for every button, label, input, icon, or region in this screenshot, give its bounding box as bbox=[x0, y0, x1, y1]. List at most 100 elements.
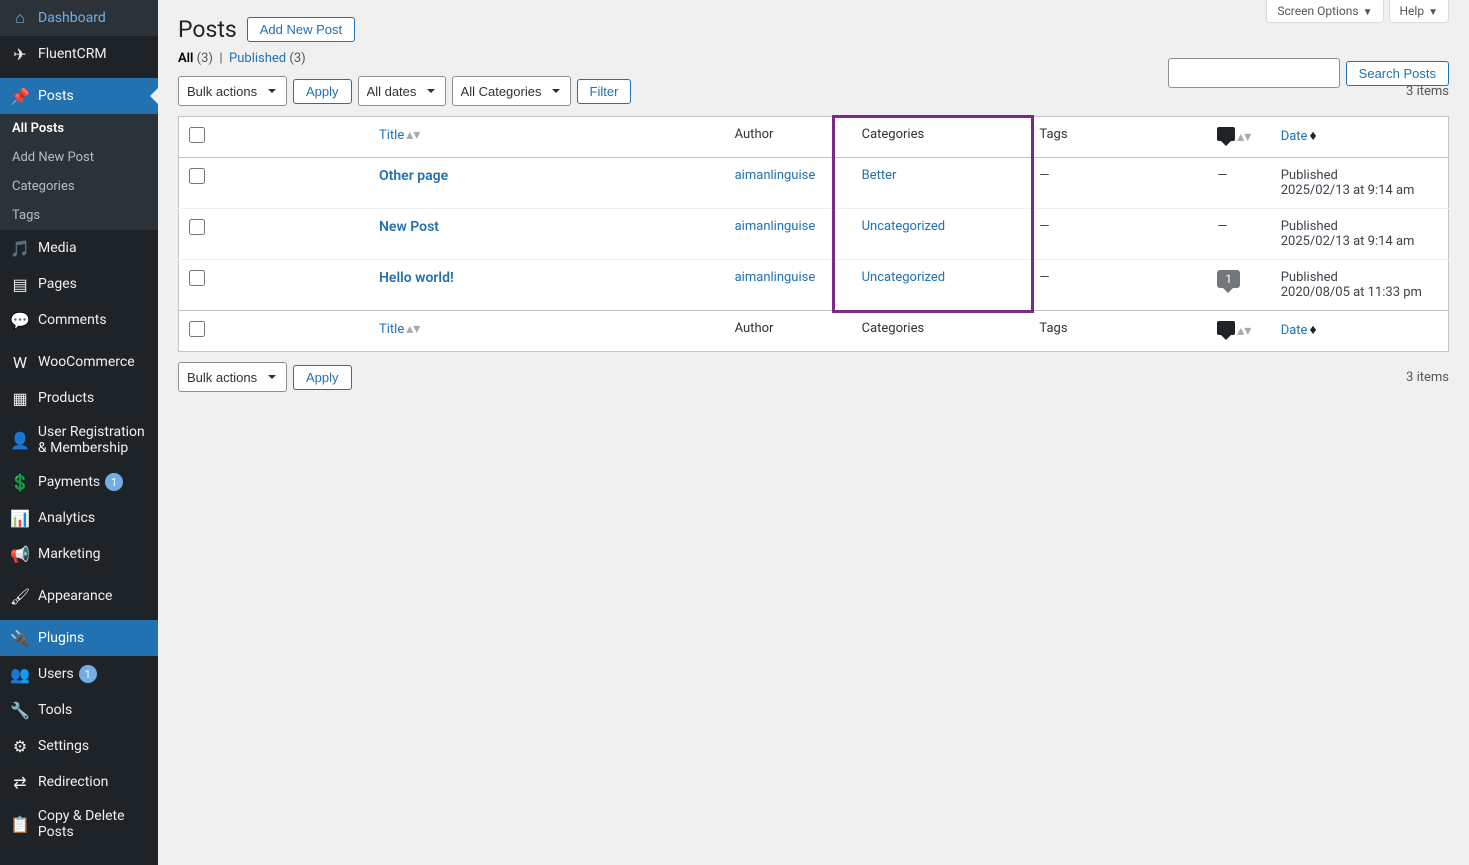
post-tags: — bbox=[1029, 260, 1207, 311]
sort-icon: ▴▾ bbox=[406, 127, 420, 143]
help-tab[interactable]: Help▼ bbox=[1389, 0, 1450, 23]
sidebar-item-tools[interactable]: 🔧 Tools bbox=[0, 692, 158, 728]
column-tags-footer[interactable]: Tags bbox=[1029, 311, 1207, 352]
comment-count-bubble[interactable]: 1 bbox=[1217, 270, 1240, 288]
pages-icon: ▤ bbox=[10, 274, 30, 294]
submenu-item-categories[interactable]: Categories bbox=[0, 172, 158, 201]
column-comments-footer[interactable]: ▴▾ bbox=[1207, 311, 1271, 352]
apply-button-top[interactable]: Apply bbox=[293, 79, 352, 104]
dashboard-icon: ⌂ bbox=[10, 8, 30, 28]
sidebar-item-users[interactable]: 👥Users1 bbox=[0, 656, 158, 692]
column-title-footer[interactable]: Title bbox=[379, 322, 404, 337]
sidebar-item-label: Comments bbox=[38, 312, 107, 328]
sidebar-item-label: Payments bbox=[38, 474, 100, 490]
chevron-down-icon: ▼ bbox=[1428, 7, 1438, 18]
sidebar-item-label: Redirection bbox=[38, 774, 108, 790]
post-author-link[interactable]: aimanlinguise bbox=[735, 270, 816, 285]
sidebar-item-user-registration-membership[interactable]: 👤User Registration & Membership bbox=[0, 416, 158, 464]
column-title-header[interactable]: Title bbox=[379, 128, 404, 143]
column-author-header[interactable]: Author bbox=[725, 117, 852, 158]
sidebar-item-label: Plugins bbox=[38, 630, 84, 646]
date-filter-select[interactable]: All dates bbox=[358, 76, 446, 106]
sidebar-item-payments[interactable]: 💲Payments1 bbox=[0, 464, 158, 500]
bulk-actions-select-bottom[interactable]: Bulk actions bbox=[178, 362, 287, 392]
sidebar-item-analytics[interactable]: 📊Analytics bbox=[0, 500, 158, 536]
sidebar-item-label: Tools bbox=[38, 702, 72, 718]
sidebar-item-appearance[interactable]: 🖌Appearance bbox=[0, 578, 158, 614]
bulk-actions-select-top[interactable]: Bulk actions bbox=[178, 76, 287, 106]
column-date-header[interactable]: Date bbox=[1281, 129, 1308, 144]
post-title-link[interactable]: Other page bbox=[379, 168, 448, 184]
sidebar-item-plugins[interactable]: 🔌 Plugins bbox=[0, 620, 158, 656]
filter-button[interactable]: Filter bbox=[577, 79, 632, 104]
sidebar-item-copy-delete-posts[interactable]: 📋Copy & Delete Posts bbox=[0, 800, 158, 848]
column-comments-header[interactable]: ▴▾ bbox=[1207, 117, 1271, 158]
add-new-post-button[interactable]: Add New Post bbox=[247, 17, 355, 42]
redirection-icon: ⇄ bbox=[10, 772, 30, 792]
item-count-bottom: 3 items bbox=[1406, 370, 1449, 385]
fluentcrm-icon: ✈ bbox=[10, 44, 30, 64]
post-title-link[interactable]: Hello world! bbox=[379, 270, 454, 286]
sidebar-item-label: Pages bbox=[38, 276, 77, 292]
sidebar-item-comments[interactable]: 💬 Comments bbox=[0, 302, 158, 338]
select-all-checkbox-top[interactable] bbox=[189, 127, 205, 143]
post-comments: — bbox=[1207, 158, 1271, 209]
post-author-link[interactable]: aimanlinguise bbox=[735, 219, 816, 234]
sidebar-item-media[interactable]: 🎵Media bbox=[0, 230, 158, 266]
sidebar-item-pages[interactable]: ▤ Pages bbox=[0, 266, 158, 302]
sidebar-item-posts[interactable]: 📌Posts bbox=[0, 78, 158, 114]
sort-icon: ▴▾ bbox=[1237, 129, 1251, 145]
copyposts-icon: 📋 bbox=[10, 814, 30, 834]
filter-published[interactable]: Published bbox=[229, 51, 286, 66]
row-checkbox[interactable] bbox=[189, 168, 205, 184]
sidebar-item-settings[interactable]: ⚙Settings bbox=[0, 728, 158, 764]
plugins-icon: 🔌 bbox=[10, 628, 30, 648]
tools-icon: 🔧 bbox=[10, 700, 30, 720]
sort-icon: ▴▾ bbox=[1237, 323, 1251, 339]
table-row: New PostaimanlinguiseUncategorized——Publ… bbox=[179, 209, 1449, 260]
sidebar-item-marketing[interactable]: 📢Marketing bbox=[0, 536, 158, 572]
screen-options-tab[interactable]: Screen Options▼ bbox=[1266, 0, 1383, 23]
row-checkbox[interactable] bbox=[189, 270, 205, 286]
column-categories-footer[interactable]: Categories bbox=[852, 311, 1030, 352]
comments-icon: 💬 bbox=[10, 310, 30, 330]
sidebar-item-label: Analytics bbox=[38, 510, 95, 526]
apply-button-bottom[interactable]: Apply bbox=[293, 365, 352, 390]
column-categories-header[interactable]: Categories bbox=[852, 117, 1030, 158]
post-category-link[interactable]: Uncategorized bbox=[862, 219, 945, 234]
submenu-item-add-new-post[interactable]: Add New Post bbox=[0, 143, 158, 172]
column-date-footer[interactable]: Date bbox=[1281, 323, 1308, 338]
sidebar-item-fluentcrm[interactable]: ✈FluentCRM bbox=[0, 36, 158, 72]
sort-icon: ♦ bbox=[1309, 322, 1316, 338]
table-row: Hello world! aimanlinguise Uncategorized — 1… bbox=[179, 260, 1449, 311]
post-title-link[interactable]: New Post bbox=[379, 219, 439, 235]
column-author-footer[interactable]: Author bbox=[725, 311, 852, 352]
submenu-item-tags[interactable]: Tags bbox=[0, 201, 158, 230]
category-filter-select[interactable]: All Categories bbox=[452, 76, 571, 106]
sidebar-item-products[interactable]: ▦Products bbox=[0, 380, 158, 416]
post-category-link[interactable]: Better bbox=[862, 168, 897, 183]
row-checkbox[interactable] bbox=[189, 219, 205, 235]
table-row: Other pageaimanlinguiseBetter——Published… bbox=[179, 158, 1449, 209]
post-author-link[interactable]: aimanlinguise bbox=[735, 168, 816, 183]
sidebar-item-woocommerce[interactable]: WWooCommerce bbox=[0, 344, 158, 380]
select-all-checkbox-bottom[interactable] bbox=[189, 321, 205, 337]
chevron-down-icon: ▼ bbox=[1363, 7, 1373, 18]
submenu-item-all-posts[interactable]: All Posts bbox=[0, 114, 158, 143]
media-icon: 🎵 bbox=[10, 238, 30, 258]
posts-table: Title▴▾ Author Categories Tags ▴▾ Date♦ … bbox=[178, 116, 1449, 352]
column-tags-header[interactable]: Tags bbox=[1029, 117, 1207, 158]
search-posts-button[interactable]: Search Posts bbox=[1346, 61, 1449, 86]
sidebar-item-redirection[interactable]: ⇄ Redirection bbox=[0, 764, 158, 800]
post-date: Published2020/08/05 at 11:33 pm bbox=[1271, 260, 1449, 311]
post-category-link[interactable]: Uncategorized bbox=[862, 270, 945, 285]
settings-icon: ⚙ bbox=[10, 736, 30, 756]
sort-icon: ♦ bbox=[1309, 128, 1316, 144]
sidebar-item-dashboard[interactable]: ⌂Dashboard bbox=[0, 0, 158, 36]
woo-icon: W bbox=[10, 352, 30, 372]
filter-all[interactable]: All bbox=[178, 51, 193, 66]
search-input[interactable] bbox=[1168, 58, 1340, 88]
sort-icon: ▴▾ bbox=[406, 321, 420, 337]
marketing-icon: 📢 bbox=[10, 544, 30, 564]
appearance-icon: 🖌 bbox=[10, 586, 30, 606]
